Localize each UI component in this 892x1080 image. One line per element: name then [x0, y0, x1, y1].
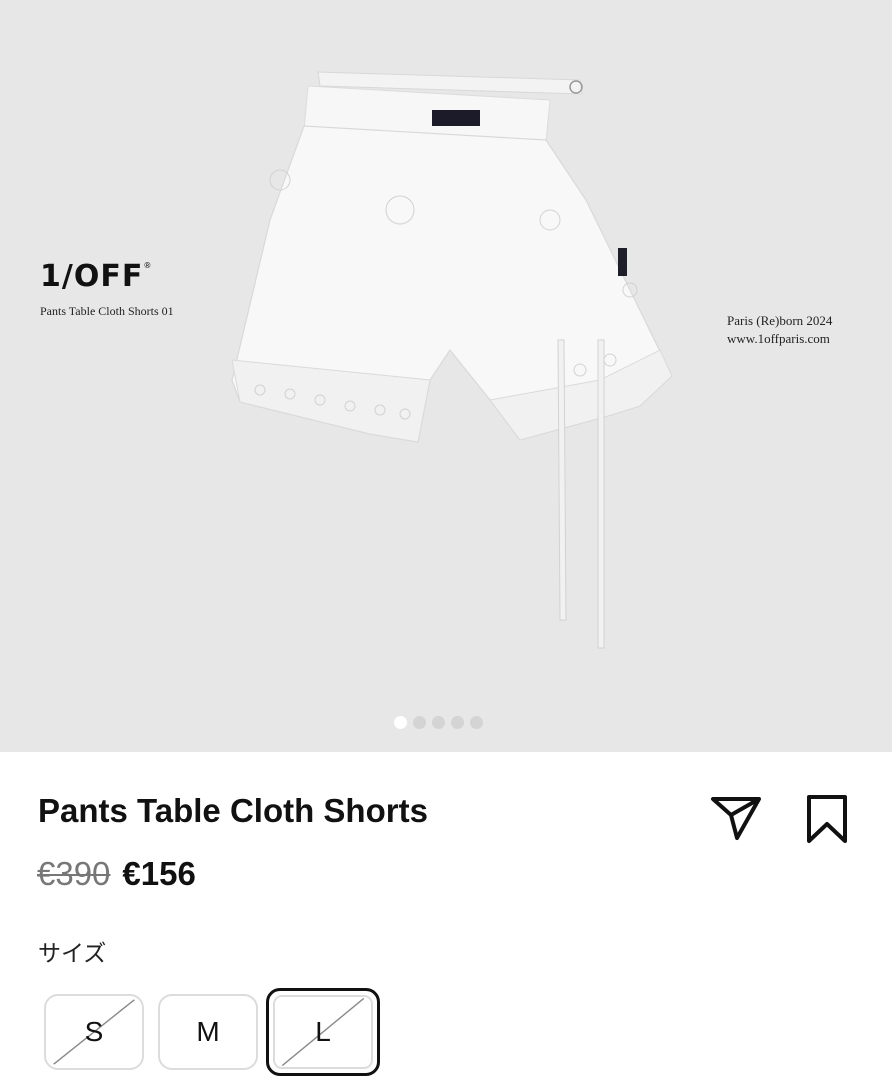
size-label: サイズ	[38, 941, 107, 967]
carousel-dot[interactable]	[413, 716, 426, 729]
bookmark-icon	[807, 795, 847, 843]
price-row: €390 €156	[37, 855, 196, 893]
brand-block: 1/OFF® Pants Table Cloth Shorts 01	[40, 262, 174, 319]
paper-plane-icon	[711, 797, 761, 840]
brand-subtitle: Pants Table Cloth Shorts 01	[40, 304, 174, 318]
carousel-dot[interactable]	[470, 716, 483, 729]
caption-line: Paris (Re)born 2024	[727, 313, 833, 328]
product-title: Pants Table Cloth Shorts	[38, 792, 428, 829]
shorts-product-image	[231, 71, 673, 649]
bookmark-button[interactable]	[800, 793, 854, 845]
carousel-dot[interactable]	[451, 716, 464, 729]
collection-caption: Paris (Re)born 2024 www.1offparis.com	[727, 312, 832, 348]
size-option-s[interactable]: S	[44, 994, 144, 1070]
size-option-label: L	[315, 1016, 331, 1047]
share-button[interactable]	[708, 793, 764, 843]
size-option-m[interactable]: M	[158, 994, 258, 1070]
size-option-label: M	[196, 1016, 220, 1047]
original-price: €390	[37, 855, 111, 892]
sale-price: €156	[122, 855, 196, 892]
carousel-dot[interactable]	[432, 716, 445, 729]
caption-url: www.1offparis.com	[727, 331, 830, 346]
carousel-dot[interactable]	[394, 716, 407, 729]
carousel-dots[interactable]	[394, 716, 483, 729]
brand-logo: 1/OFF®	[40, 259, 153, 294]
size-option-l[interactable]: L	[266, 988, 380, 1076]
product-image-gallery[interactable]: 1/OFF® Pants Table Cloth Shorts 01 Paris…	[0, 0, 892, 752]
size-option-label: S	[84, 1016, 104, 1047]
